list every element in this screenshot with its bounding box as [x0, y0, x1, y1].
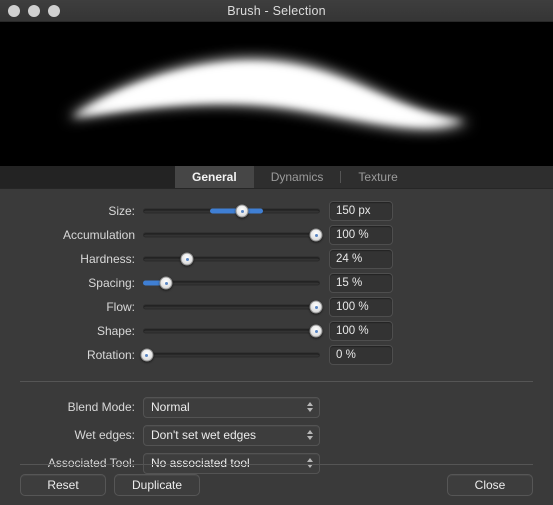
window-title: Brush - Selection — [227, 3, 326, 18]
duplicate-button[interactable]: Duplicate — [114, 474, 200, 496]
rotation-slider-track[interactable] — [143, 352, 320, 358]
chevron-up-icon[interactable] — [307, 458, 313, 462]
hardness-value-field[interactable]: 24 % — [329, 249, 393, 269]
reset-button[interactable]: Reset — [20, 474, 106, 496]
blend-mode-value: Normal — [151, 400, 190, 414]
wet-edges-label: Wet edges: — [74, 428, 135, 442]
titlebar: Brush - Selection — [0, 0, 553, 22]
hardness-slider-track[interactable] — [143, 256, 320, 262]
tab-dynamics[interactable]: Dynamics — [253, 166, 341, 188]
setting-row-hardness: Hardness: 24 % — [0, 247, 553, 271]
tab-dynamics-label: Dynamics — [270, 170, 324, 184]
brush-stroke-icon — [68, 59, 470, 129]
blend-mode-label: Blend Mode: — [67, 400, 135, 414]
blend-mode-select[interactable]: Normal — [143, 396, 320, 418]
tab-texture-label: Texture — [358, 170, 398, 184]
blend-mode-stepper[interactable] — [307, 402, 313, 412]
setting-row-blend-mode: Blend Mode: Normal — [0, 394, 553, 420]
shape-value-field[interactable]: 100 % — [329, 321, 393, 341]
settings-divider — [20, 381, 533, 382]
footer-bar: Reset Duplicate Close — [0, 465, 553, 505]
size-slider[interactable] — [143, 200, 320, 222]
accumulation-label: Accumulation — [62, 228, 135, 242]
rotation-slider-knob[interactable] — [140, 348, 154, 362]
flow-label: Flow: — [106, 300, 135, 314]
tab-bar-left-filler — [0, 166, 175, 188]
setting-row-shape: Shape: 100 % — [0, 319, 553, 343]
zoom-button[interactable] — [48, 4, 60, 17]
rotation-value-field[interactable]: 0 % — [329, 345, 393, 365]
tab-texture[interactable]: Texture — [341, 166, 415, 188]
setting-row-spacing: Spacing: 15 % — [0, 271, 553, 295]
tab-general[interactable]: General — [175, 166, 254, 188]
chevron-up-icon[interactable] — [307, 402, 313, 406]
shape-slider-knob[interactable] — [309, 324, 323, 338]
setting-row-accumulation: Accumulation 100 % — [0, 223, 553, 247]
accumulation-value-field[interactable]: 100 % — [329, 225, 393, 245]
brush-selection-dialog: Brush - Selection General Dynamics Textu… — [0, 0, 553, 505]
minimize-button[interactable] — [28, 4, 40, 17]
size-label: Size: — [108, 204, 135, 218]
rotation-label: Rotation: — [86, 348, 135, 362]
wet-edges-select[interactable]: Don't set wet edges — [143, 424, 320, 446]
brush-preview — [0, 22, 553, 166]
size-value-field[interactable]: 150 px — [329, 201, 393, 221]
setting-row-flow: Flow: 100 % — [0, 295, 553, 319]
tab-general-label: General — [192, 170, 237, 184]
hardness-slider[interactable] — [143, 248, 320, 270]
spacing-slider[interactable] — [143, 272, 320, 294]
tab-bar: General Dynamics Texture — [0, 166, 553, 189]
spacing-label: Spacing: — [88, 276, 135, 290]
tab-bar-right-filler — [414, 166, 553, 188]
accumulation-slider-track[interactable] — [143, 232, 320, 238]
size-slider-knob[interactable] — [235, 204, 249, 218]
setting-row-rotation: Rotation: 0 % — [0, 343, 553, 367]
spacing-value-field[interactable]: 15 % — [329, 273, 393, 293]
wet-edges-value: Don't set wet edges — [151, 428, 257, 442]
setting-row-size: Size: 150 px — [0, 199, 553, 223]
accumulation-slider[interactable] — [143, 224, 323, 246]
shape-label: Shape: — [96, 324, 135, 338]
hardness-label: Hardness: — [80, 252, 135, 266]
setting-row-wet-edges: Wet edges: Don't set wet edges — [0, 422, 553, 448]
accumulation-slider-knob[interactable] — [309, 228, 323, 242]
hardness-slider-knob[interactable] — [180, 252, 194, 266]
shape-slider[interactable] — [143, 320, 323, 342]
window-controls — [8, 4, 60, 17]
rotation-slider[interactable] — [140, 344, 320, 366]
wet-edges-stepper[interactable] — [307, 430, 313, 440]
chevron-up-icon[interactable] — [307, 430, 313, 434]
close-button[interactable] — [8, 4, 20, 17]
chevron-down-icon[interactable] — [307, 436, 313, 440]
flow-slider[interactable] — [143, 296, 323, 318]
shape-slider-track[interactable] — [143, 328, 320, 334]
close-dialog-button[interactable]: Close — [447, 474, 533, 496]
general-panel: Size: 150 px Accumulation 100 % Hardness… — [0, 189, 553, 505]
spacing-slider-knob[interactable] — [159, 276, 173, 290]
flow-slider-track[interactable] — [143, 304, 320, 310]
chevron-down-icon[interactable] — [307, 408, 313, 412]
flow-value-field[interactable]: 100 % — [329, 297, 393, 317]
flow-slider-knob[interactable] — [309, 300, 323, 314]
